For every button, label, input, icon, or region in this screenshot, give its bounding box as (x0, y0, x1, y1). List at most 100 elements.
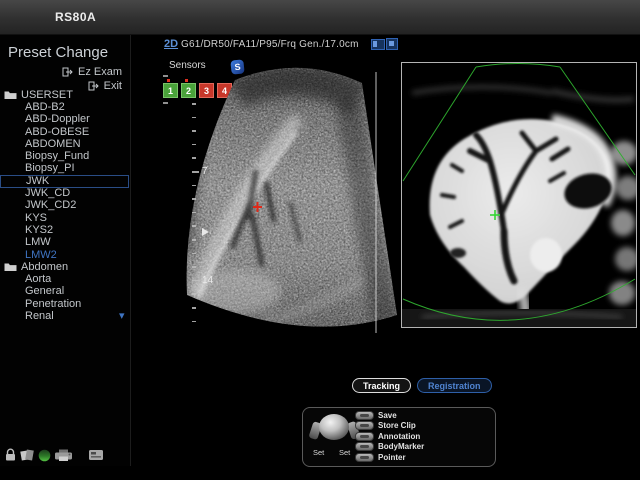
depth-ruler: 7 14 (192, 103, 216, 325)
mode-2d-label: 2D (164, 38, 178, 50)
ultrasound-app-screen: RS80A Preset Change Ez Exam Exit USERSET… (0, 0, 640, 480)
preset-item-label: ABD-Doppler (25, 114, 90, 125)
depth-tick (192, 253, 196, 255)
registration-button[interactable]: Registration (417, 378, 492, 393)
preset-item-label: LMW (25, 237, 51, 248)
depth-tick (192, 185, 196, 187)
preset-item-biopsy_fund[interactable]: Biopsy_Fund (0, 151, 127, 163)
preset-item-aorta[interactable]: Aorta (0, 274, 127, 286)
preset-item-label: LMW2 (25, 250, 57, 261)
depth-tick (192, 293, 196, 295)
preset-item-abd-obese[interactable]: ABD-OBESE (0, 126, 127, 138)
preset-item-kys2[interactable]: KYS2 (0, 224, 127, 236)
control-help-panel: Set Set SaveStore Clip AnnotationBodyMark… (302, 407, 496, 467)
preset-item-lmw[interactable]: LMW (0, 237, 127, 249)
lock-icon (4, 448, 17, 462)
key-help-row: Annotation (355, 431, 420, 441)
preset-item-label: Biopsy_PI (25, 163, 75, 174)
window-header: RS80A (0, 0, 640, 35)
key-help-label: Store Clip (378, 421, 416, 430)
clipboard-badge-icon (371, 39, 385, 50)
preset-item-label: KYS (25, 213, 47, 224)
preset-item-jwk_cd2[interactable]: JWK_CD2 (0, 200, 127, 212)
depth-label-7: 7 (202, 167, 208, 177)
depth-tick (192, 198, 196, 200)
preset-item-label: ABDOMEN (25, 139, 81, 150)
preset-item-label: Abdomen (21, 262, 68, 273)
preset-item-kys[interactable]: KYS (0, 212, 127, 224)
preset-item-label: JWK (26, 176, 49, 187)
preset-item-general[interactable]: General (0, 286, 127, 298)
hardkey-pill-icon (355, 411, 374, 420)
preset-sidebar: Preset Change Ez Exam Exit USERSETABD-B2… (0, 35, 131, 466)
preset-item-label: JWK_CD (25, 188, 70, 199)
preset-item-label: KYS2 (25, 225, 53, 236)
focus-marker-icon (202, 228, 209, 236)
depth-tick (192, 266, 196, 268)
hardkey-pill-icon (355, 421, 374, 430)
depth-tick (192, 307, 196, 309)
preset-item-userset[interactable]: USERSET (0, 89, 127, 101)
preset-item-label: Penetration (25, 299, 81, 310)
preset-item-lmw2[interactable]: LMW2 (0, 249, 127, 261)
preset-item-label: USERSET (21, 90, 73, 101)
key-help-label: Pointer (378, 453, 406, 462)
key-help-row: BodyMarker (355, 442, 424, 452)
preset-item-abd-b2[interactable]: ABD-B2 (0, 101, 127, 113)
ez-exam-button[interactable]: Ez Exam (62, 66, 122, 78)
preset-item-abdomen[interactable]: Abdomen (0, 261, 127, 273)
preset-item-label: General (25, 286, 64, 297)
key-help-label: Annotation (378, 432, 420, 441)
depth-tick (192, 157, 196, 159)
mode-toggle-buttons: Tracking Registration (352, 378, 492, 393)
preset-item-label: ABD-B2 (25, 102, 65, 113)
preset-item-jwk_cd[interactable]: JWK_CD (0, 187, 127, 199)
preset-item-abd-doppler[interactable]: ABD-Doppler (0, 114, 127, 126)
key-help-row: Store Clip (355, 421, 416, 431)
preset-item-label: JWK_CD2 (25, 200, 76, 211)
tracking-button[interactable]: Tracking (352, 378, 411, 393)
key-help-label: BodyMarker (378, 442, 424, 451)
key-help-row: Pointer (355, 452, 406, 462)
depth-tick (192, 171, 199, 173)
depth-tick (192, 225, 196, 227)
key-help-label: Save (378, 411, 397, 420)
documents-icon (19, 447, 35, 462)
mri-image (402, 63, 636, 327)
tgc-dash-top (163, 75, 168, 77)
preset-item-penetration[interactable]: Penetration (0, 298, 127, 310)
preset-item-biopsy_pi[interactable]: Biopsy_PI (0, 163, 127, 175)
depth-tick (192, 117, 196, 119)
printer-icon (54, 448, 74, 462)
key-help-row: Save (355, 410, 397, 420)
hardkey-pill-icon (355, 432, 374, 441)
folder-icon (4, 262, 17, 272)
hardkey-pill-icon (355, 453, 374, 462)
hardkey-pill-icon (355, 442, 374, 451)
depth-label-14: 14 (202, 276, 213, 286)
monitor-badge-icon (386, 38, 398, 50)
status-icon-bar (4, 446, 126, 464)
folder-icon (4, 90, 17, 100)
set-left-label: Set (313, 448, 324, 457)
preset-item-renal[interactable]: Renal (0, 310, 127, 322)
tgc-dash-bottom (163, 102, 168, 104)
depth-tick (192, 130, 196, 132)
green-led-icon (38, 449, 51, 462)
depth-tick (192, 144, 196, 146)
depth-tick (192, 103, 196, 105)
scroll-down-arrow[interactable]: ▾ (119, 311, 125, 321)
preset-tree: USERSETABD-B2ABD-DopplerABD-OBESEABDOMEN… (0, 89, 130, 349)
mri-reference-panel[interactable] (401, 62, 637, 328)
set-right-label: Set (339, 448, 350, 457)
depth-tick (192, 321, 196, 323)
preset-item-abdomen[interactable]: ABDOMEN (0, 138, 127, 150)
ez-exam-label: Ez Exam (78, 66, 122, 78)
depth-tick (192, 212, 196, 214)
media-card-icon (88, 449, 104, 461)
depth-tick (192, 280, 199, 282)
system-model-title: RS80A (55, 10, 96, 24)
preset-item-label: Aorta (25, 274, 51, 285)
ez-exam-icon (62, 67, 74, 77)
depth-tick (192, 239, 196, 241)
